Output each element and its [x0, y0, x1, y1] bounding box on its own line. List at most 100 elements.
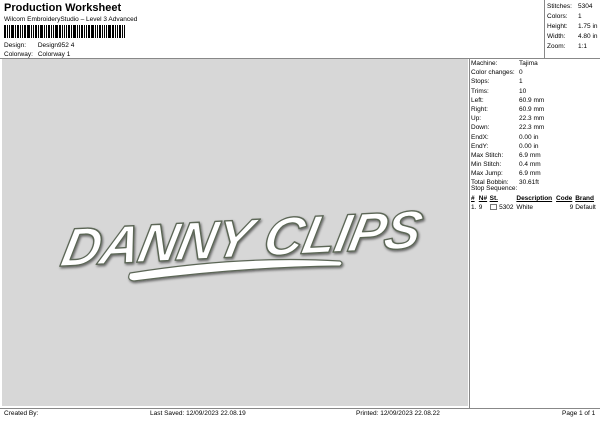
barcode-bar	[117, 25, 118, 38]
barcode-bar	[73, 25, 76, 38]
col-code: Code	[556, 195, 573, 202]
info-row-down: Down: 22.3 mm	[471, 123, 544, 132]
info-label: Max Jump:	[471, 170, 503, 178]
barcode-bar	[24, 25, 26, 38]
barcode-bar	[68, 25, 70, 38]
barcode	[4, 25, 144, 38]
machine-info-panel: Machine: Tajima Color changes: 0 Stops: 1 Trim…	[471, 59, 544, 188]
barcode-bar	[66, 25, 67, 38]
barcode-bar	[62, 25, 63, 38]
stop-sequence-title: Stop Sequence:	[471, 185, 518, 192]
info-row-machine: Machine: Tajima	[471, 59, 544, 68]
info-value: 22.3 mm	[519, 124, 545, 132]
info-label: Left:	[471, 96, 484, 104]
row-stitches: 5302	[499, 204, 514, 211]
stat-width: Width: 4.80 in	[547, 33, 598, 40]
info-row-maxjump: Max Jump: 6.9 mm	[471, 169, 544, 178]
barcode-bar	[46, 25, 47, 38]
footer-last-saved: Last Saved: 12/09/2023 22.08.19	[150, 410, 246, 417]
info-value: 30.61ft	[519, 179, 539, 187]
footer-printed: Printed: 12/09/2023 22.08.22	[356, 410, 440, 417]
info-row-left: Left: 60.9 mm	[471, 96, 544, 105]
stop-sequence-table: # N# St. Description Code Brand 1. 9 530…	[470, 194, 598, 212]
barcode-bar	[38, 25, 39, 38]
barcode-bar	[99, 25, 101, 38]
barcode-bar	[4, 25, 6, 38]
info-label: Max Stitch:	[471, 151, 504, 159]
info-label: Color changes:	[471, 69, 515, 77]
colorway-value: Colorway 1	[37, 51, 71, 58]
info-label: Down:	[471, 124, 490, 132]
barcode-bar	[119, 25, 121, 38]
row-index: 1.	[471, 204, 477, 211]
barcode-bar	[44, 25, 45, 38]
info-label: Trims:	[471, 87, 489, 95]
design-label: Design:	[4, 42, 27, 49]
footer-created-by: Created By:	[4, 410, 39, 417]
stat-height: Height: 1.75 in	[547, 23, 598, 30]
info-label: EndX:	[471, 133, 489, 141]
info-row-minstitch: Min Stitch: 0.4 mm	[471, 160, 544, 169]
barcode-bar	[95, 25, 96, 38]
info-row-endx: EndX: 0.00 in	[471, 133, 544, 142]
barcode-bar	[40, 25, 43, 38]
barcode-bar	[79, 25, 80, 38]
footer-page-number: Page 1 of 1	[562, 410, 596, 417]
info-row-right: Right: 60.9 mm	[471, 105, 544, 114]
barcode-bar	[124, 25, 125, 38]
color-swatch	[489, 204, 497, 211]
barcode-bar	[22, 25, 23, 38]
col-stitches: St.	[489, 195, 498, 202]
barcode-bar	[97, 25, 98, 38]
barcode-bar	[33, 25, 34, 38]
barcode-bar	[64, 25, 65, 38]
barcode-bar	[112, 25, 114, 38]
barcode-bar	[51, 25, 52, 38]
stat-colors: Colors: 1	[547, 13, 582, 20]
barcode-bar	[81, 25, 83, 38]
barcode-bar	[104, 25, 105, 38]
barcode-bar	[88, 25, 90, 38]
barcode-bar	[15, 25, 16, 38]
info-row-endy: EndY: 0.00 in	[471, 142, 544, 151]
info-value: Tajima	[519, 60, 538, 67]
info-row-trims: Trims: 10	[471, 87, 544, 96]
barcode-bar	[53, 25, 54, 38]
production-worksheet: Production Worksheet Wilcom EmbroiderySt…	[0, 0, 600, 424]
col-brand: Brand	[575, 195, 594, 202]
page-title: Production Worksheet	[4, 2, 122, 14]
barcode-bar	[35, 25, 37, 38]
barcode-bar	[11, 25, 14, 38]
info-value: 60.9 mm	[519, 96, 545, 104]
table-row: 1. 9 5302 White 9 Default	[470, 203, 598, 212]
row-swatch	[489, 203, 498, 212]
design-value: Design952 4	[37, 42, 75, 49]
info-label: Stops:	[471, 78, 490, 86]
colorway-row: Colorway: Colorway 1	[4, 51, 70, 58]
barcode-bar	[48, 25, 50, 38]
row-needle: 9	[478, 204, 483, 211]
col-needle: N#	[478, 195, 488, 202]
info-label: Machine:	[471, 60, 498, 67]
barcode-bar	[86, 25, 87, 38]
info-row-maxstitch: Max Stitch: 6.9 mm	[471, 151, 544, 160]
barcode-bar	[84, 25, 85, 38]
info-value: 10	[519, 87, 527, 95]
info-row-colorchanges: Color changes: 0	[471, 68, 544, 77]
info-value: 6.9 mm	[519, 151, 541, 159]
info-row-stops: Stops: 1	[471, 77, 544, 86]
info-value: 60.9 mm	[519, 105, 545, 113]
info-value: 6.9 mm	[519, 170, 541, 178]
barcode-bar	[108, 25, 111, 38]
info-divider	[469, 58, 470, 408]
info-label: EndY:	[471, 142, 489, 150]
design-preview: DANNY CLIPS	[2, 59, 468, 406]
stat-zoom: Zoom: 1:1	[547, 43, 588, 50]
barcode-bar	[71, 25, 72, 38]
col-description: Description	[516, 195, 553, 202]
barcode-bar	[55, 25, 58, 38]
stats-divider	[544, 0, 545, 58]
info-label: Right:	[471, 105, 488, 113]
row-code: 9	[569, 204, 574, 211]
barcode-bar	[9, 25, 10, 38]
